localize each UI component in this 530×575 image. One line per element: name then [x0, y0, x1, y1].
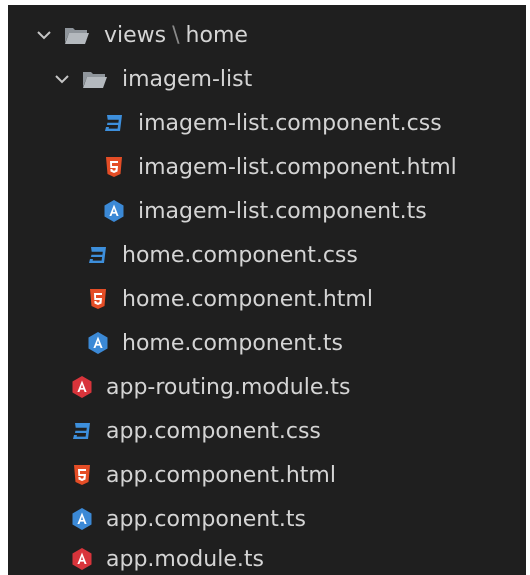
file-label: home.component.html: [122, 286, 373, 312]
css-file-icon: [89, 247, 106, 263]
file-label: app.component.css: [106, 418, 321, 444]
file-label: imagem-list.component.css: [138, 110, 442, 136]
file-row[interactable]: imagem-list.component.css: [8, 101, 526, 145]
folder-row-imagem-list[interactable]: imagem-list: [8, 57, 526, 101]
folder-row-views-home[interactable]: views \ home: [8, 13, 526, 57]
file-row[interactable]: app-routing.module.ts: [8, 365, 526, 409]
file-row[interactable]: imagem-list.component.html: [8, 145, 526, 189]
folder-name-home[interactable]: home: [186, 23, 248, 48]
html-file-icon: [74, 465, 90, 485]
chevron-down-icon[interactable]: [52, 69, 72, 89]
angular-component-icon: [88, 332, 108, 354]
css-file-icon: [73, 423, 90, 439]
file-row[interactable]: home.component.html: [8, 277, 526, 321]
html-file-icon: [106, 157, 122, 177]
file-label: app.component.html: [106, 462, 336, 488]
path-separator: \: [172, 22, 180, 48]
angular-module-icon: [72, 376, 92, 398]
file-row[interactable]: imagem-list.component.ts: [8, 189, 526, 233]
folder-open-icon: [83, 72, 107, 88]
file-label: app.component.ts: [106, 506, 306, 532]
html-file-icon: [90, 289, 106, 309]
file-row[interactable]: app.module.ts: [8, 537, 526, 575]
file-label: app-routing.module.ts: [106, 374, 351, 400]
css-file-icon: [105, 115, 122, 131]
file-row[interactable]: app.component.css: [8, 409, 526, 453]
file-explorer-tree: views \ home imagem-list imagem-list.com…: [8, 5, 526, 575]
file-row[interactable]: home.component.css: [8, 233, 526, 277]
file-label: app.module.ts: [106, 546, 264, 572]
file-row[interactable]: app.component.ts: [8, 497, 526, 541]
folder-name-views[interactable]: views: [104, 23, 166, 48]
file-label: imagem-list.component.html: [138, 154, 457, 180]
file-row[interactable]: app.component.html: [8, 453, 526, 497]
angular-component-icon: [72, 508, 92, 530]
file-label: imagem-list.component.ts: [138, 198, 427, 224]
folder-label: imagem-list: [122, 66, 253, 92]
file-row[interactable]: home.component.ts: [8, 321, 526, 365]
angular-module-icon: [72, 548, 92, 570]
file-label: home.component.ts: [122, 330, 343, 356]
chevron-down-icon[interactable]: [34, 25, 54, 45]
folder-open-icon: [65, 28, 89, 44]
angular-component-icon: [104, 200, 124, 222]
file-label: home.component.css: [122, 242, 358, 268]
